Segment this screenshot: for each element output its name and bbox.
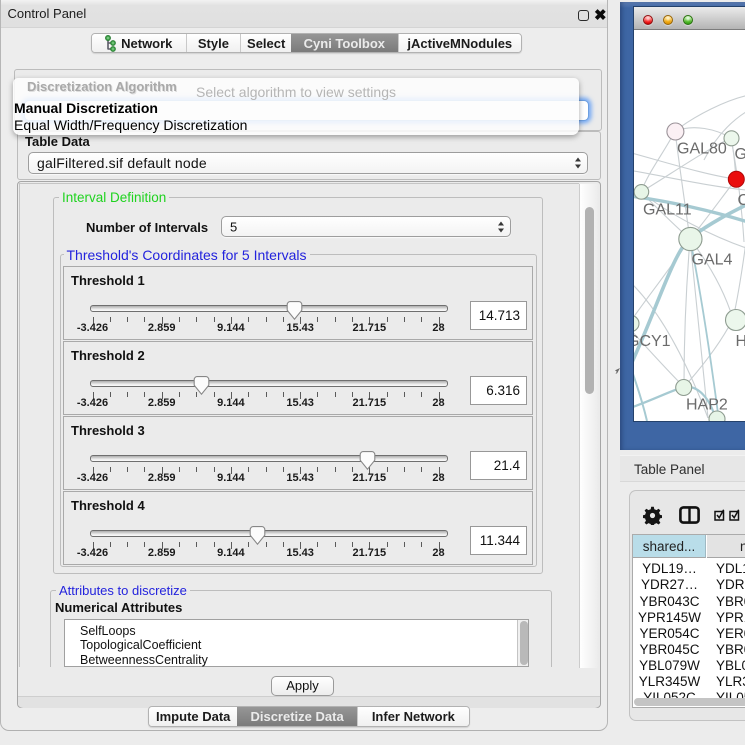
svg-text:GAL80: GAL80	[677, 140, 727, 157]
svg-text:GAL...: GAL...	[735, 146, 745, 163]
svg-text:CDC: CDC	[738, 192, 745, 209]
svg-text:GCY1: GCY1	[634, 333, 671, 350]
svg-text:HIS: HIS	[736, 333, 745, 350]
svg-text:GAL4: GAL4	[692, 251, 733, 268]
svg-text:GAL11: GAL11	[643, 201, 692, 218]
svg-text:HAP2: HAP2	[686, 396, 728, 413]
